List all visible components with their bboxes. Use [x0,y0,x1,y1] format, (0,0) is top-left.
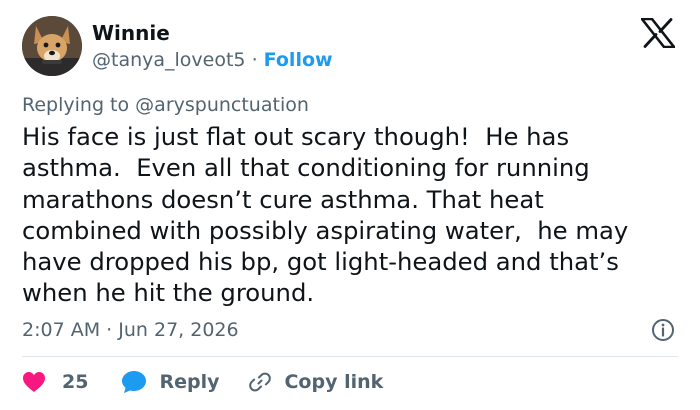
action-bar: 25 Reply Copy link [22,367,383,397]
x-logo-icon[interactable] [641,18,675,48]
dog-avatar-icon [22,16,82,76]
post-text-line: combined with possibly aspirating water,… [22,215,629,245]
link-icon [249,372,272,392]
reply-bubble-icon [122,371,147,393]
post-time: 2:07 AM [22,319,101,341]
follow-button[interactable]: Follow [264,49,333,71]
copy-link-label: Copy link [284,371,384,393]
handle-separator: · [251,49,258,71]
author-handle[interactable]: @tanya_loveot5 [92,49,246,71]
reply-prefix: Replying to [22,94,130,116]
post-date: Jun 27, 2026 [118,319,239,341]
copy-link-button[interactable]: Copy link [248,370,383,394]
post-text-line: marathons doesn’t cure asthma. That heat [22,184,544,214]
post-text: His face is just flat out scary though! … [22,121,684,309]
author-handle-row: @tanya_loveot5 · Follow [92,47,333,73]
divider [22,356,678,357]
timestamp-separator: · [106,319,113,341]
like-button[interactable]: 25 [22,371,88,393]
like-count: 25 [62,371,89,393]
reply-label: Reply [159,371,220,393]
post-text-line: asthma. Even all that conditioning for r… [22,153,590,183]
post-text-line: have dropped his bp, got light-headed an… [22,247,619,277]
post-text-line: when he hit the ground. [22,278,315,308]
reply-mention[interactable]: @aryspunctuation [135,94,309,116]
reply-button[interactable]: Reply [121,370,219,394]
post-text-line: His face is just flat out scary though! … [22,122,570,151]
author-name[interactable]: Winnie [92,20,170,46]
post-timestamp[interactable]: 2:07 AM · Jun 27, 2026 [22,317,239,343]
tweet-card: Winnie @tanya_loveot5 · Follow Replying … [0,0,700,410]
avatar[interactable] [22,16,82,76]
info-icon[interactable] [651,318,675,342]
reply-context: Replying to @aryspunctuation [22,92,309,118]
heart-icon [23,372,45,392]
